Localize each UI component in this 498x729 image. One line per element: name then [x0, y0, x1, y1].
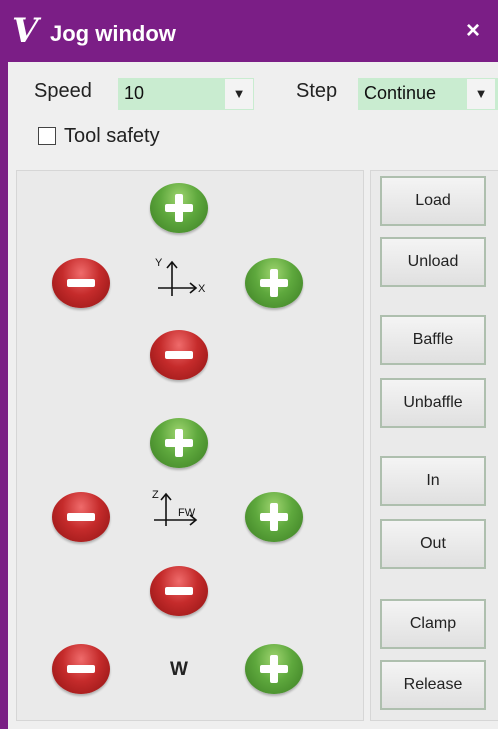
y-minus-button[interactable]: [150, 330, 208, 380]
fw-plus-button[interactable]: [245, 492, 303, 542]
x-axis-label: X: [198, 283, 206, 295]
speed-dropdown[interactable]: 10 ▼: [118, 78, 254, 110]
tool-safety-checkbox[interactable]: [38, 127, 56, 145]
release-button[interactable]: Release: [380, 660, 486, 710]
z-minus-button[interactable]: [150, 566, 208, 616]
clamp-button[interactable]: Clamp: [380, 599, 486, 649]
tool-safety-label: Tool safety: [64, 125, 160, 147]
x-minus-button[interactable]: [52, 258, 110, 308]
close-icon[interactable]: ×: [460, 18, 486, 44]
step-label: Step: [296, 80, 338, 102]
out-button[interactable]: Out: [380, 519, 486, 569]
w-plus-button[interactable]: [245, 644, 303, 694]
app-logo: V: [12, 11, 39, 51]
chevron-down-icon[interactable]: ▼: [467, 79, 495, 109]
jog-window: V Jog window × Speed 10 ▼ Step Continue …: [0, 0, 498, 729]
load-button[interactable]: Load: [380, 176, 486, 226]
y-axis-label: Y: [155, 257, 163, 269]
x-plus-button[interactable]: [245, 258, 303, 308]
speed-label: Speed: [34, 80, 92, 102]
in-button[interactable]: In: [380, 456, 486, 506]
fw-minus-button[interactable]: [52, 492, 110, 542]
chevron-down-icon[interactable]: ▼: [225, 79, 253, 109]
z-fw-axis-icon: Z FW: [152, 489, 198, 526]
z-axis-label: Z: [152, 489, 159, 501]
w-axis-label: W: [170, 659, 188, 680]
window-title: Jog window: [50, 21, 176, 46]
y-plus-button[interactable]: [150, 183, 208, 233]
step-value: Continue: [364, 83, 437, 103]
baffle-button[interactable]: Baffle: [380, 315, 486, 365]
fw-axis-label: FW: [178, 507, 196, 519]
w-minus-button[interactable]: [52, 644, 110, 694]
unload-button[interactable]: Unload: [380, 237, 486, 287]
title-bar[interactable]: V Jog window ×: [0, 0, 498, 62]
unbaffle-button[interactable]: Unbaffle: [380, 378, 486, 428]
xy-axis-icon: Y X: [155, 257, 206, 296]
speed-value: 10: [124, 83, 145, 103]
step-dropdown[interactable]: Continue ▼: [358, 78, 498, 110]
z-plus-button[interactable]: [150, 418, 208, 468]
